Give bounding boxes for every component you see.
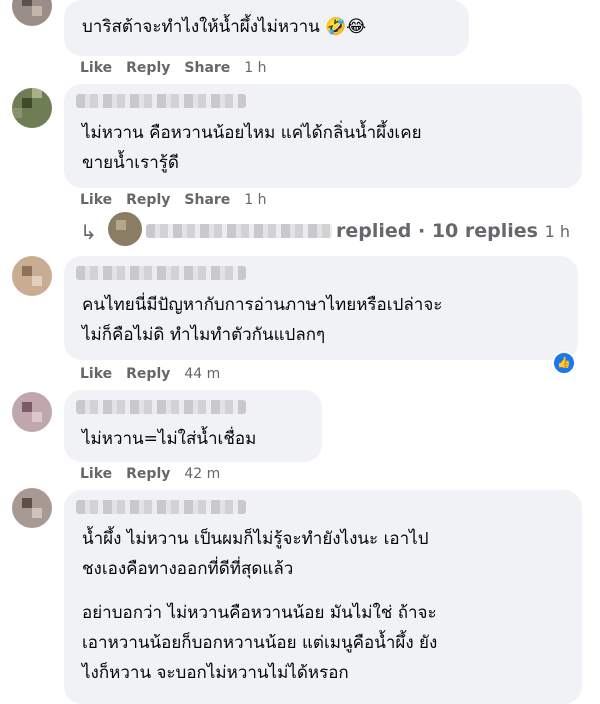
reply-button[interactable]: Reply: [126, 60, 170, 76]
like-button[interactable]: Like: [80, 466, 112, 482]
commenter-name[interactable]: [76, 266, 246, 280]
like-button[interactable]: Like: [80, 366, 112, 382]
avatar: [108, 212, 142, 246]
comment-text: ขายน้ำเรารู้ดี: [82, 153, 179, 173]
timestamp[interactable]: 1 h: [244, 60, 266, 76]
timestamp[interactable]: 42 m: [184, 466, 220, 482]
commenter-name[interactable]: [76, 500, 246, 514]
comment-actions: Like Reply 42 m: [80, 466, 220, 482]
comment-text: น้ำผึ้ง ไม่หวาน เป็นผมก็ไม่รู้จะทำยังไงน…: [82, 529, 429, 549]
like-button[interactable]: Like: [80, 60, 112, 76]
replies-label[interactable]: replied · 10 replies: [336, 220, 538, 242]
reply-button[interactable]: Reply: [126, 466, 170, 482]
comment-text: ไงก็หวาน จะบอกไม่หวานไม่ได้หรอก: [82, 663, 349, 683]
replier-name[interactable]: [146, 224, 332, 238]
commenter-name[interactable]: [76, 400, 246, 414]
comment-text: ชงเองคือทางออกที่ดีที่สุดแล้ว: [82, 559, 294, 579]
view-replies-link[interactable]: replied · 10 replies 1 h: [336, 220, 570, 242]
share-button[interactable]: Share: [184, 192, 230, 208]
timestamp[interactable]: 1 h: [545, 222, 570, 241]
avatar[interactable]: [12, 256, 52, 296]
reply-arrow-icon: ↳: [80, 220, 97, 244]
timestamp[interactable]: 44 m: [184, 366, 220, 382]
comment-bubble: บาริสต้าจะทำไงให้น้ำผึ้งไม่หวาน 🤣😂: [64, 0, 469, 56]
commenter-name[interactable]: [76, 94, 246, 108]
comment-text: คนไทยนี่มีปัญหากับการอ่านภาษาไทยหรือเปล่…: [82, 295, 443, 315]
comment-actions: Like Reply 44 m: [80, 366, 220, 382]
like-button[interactable]: Like: [80, 192, 112, 208]
avatar[interactable]: [12, 488, 52, 528]
comment-bubble: ไม่หวาน=ไม่ใส่น้ำเชื่อม: [64, 390, 322, 462]
comment-actions: Like Reply Share 1 h: [80, 60, 267, 76]
comment-bubble: คนไทยนี่มีปัญหากับการอ่านภาษาไทยหรือเปล่…: [64, 256, 578, 360]
reply-button[interactable]: Reply: [126, 192, 170, 208]
comment-text: อย่าบอกว่า ไม่หวานคือหวานน้อย มันไม่ใช่ …: [82, 603, 437, 623]
thumbs-up-icon[interactable]: 👍: [552, 351, 576, 375]
comment-text: ไม่ก็คือไม่ดิ ทำไมทำตัวกันแปลกๆ: [82, 325, 326, 345]
reply-button[interactable]: Reply: [126, 366, 170, 382]
avatar[interactable]: [12, 88, 52, 128]
timestamp[interactable]: 1 h: [244, 192, 266, 208]
comment-text: ไม่หวาน คือหวานน้อยไหม แค่ได้กลิ่นน้ำผึ้…: [82, 123, 422, 143]
comment-bubble: ไม่หวาน คือหวานน้อยไหม แค่ได้กลิ่นน้ำผึ้…: [64, 84, 582, 188]
comment-text: เอาหวานน้อยก็บอกหวานน้อย แต่เมนูคือน้ำผึ…: [82, 633, 438, 653]
avatar[interactable]: [12, 392, 52, 432]
comment-text: ไม่หวาน=ไม่ใส่น้ำเชื่อม: [82, 429, 257, 449]
comment-actions: Like Reply Share 1 h: [80, 192, 267, 208]
share-button[interactable]: Share: [184, 60, 230, 76]
comment-text: บาริสต้าจะทำไงให้น้ำผึ้งไม่หวาน 🤣😂: [82, 17, 367, 37]
avatar[interactable]: [12, 0, 52, 26]
comment-bubble: น้ำผึ้ง ไม่หวาน เป็นผมก็ไม่รู้จะทำยังไงน…: [64, 490, 582, 704]
